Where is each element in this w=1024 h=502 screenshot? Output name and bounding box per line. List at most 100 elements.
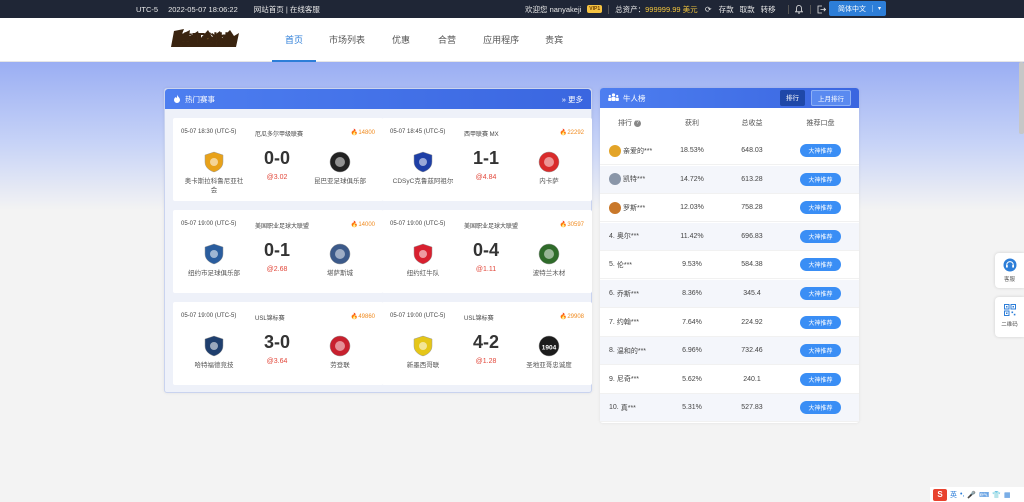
site-logo[interactable]: 南亚科技 (168, 25, 242, 53)
match-time: 05-07 18:30 (UTC-5) (181, 129, 237, 135)
col-total: 总收益 (741, 120, 763, 127)
rank-user: 9. 尼奇*** (600, 374, 662, 384)
user-name: 温和的*** (616, 347, 647, 355)
match-card[interactable]: 05-07 18:30 (UTC-5) 厄瓜多尔甲级联赛 🔥14800 奥卡斯拉… (173, 118, 383, 201)
nav-menu: 首页 市场列表 优惠 合营 应用程序 贵宾 (272, 18, 576, 62)
match-card[interactable]: 05-07 19:00 (UTC-5) 美国职业足球大联盟 🔥30597 纽约红… (382, 210, 592, 293)
recommend-button[interactable]: 大神推荐 (800, 315, 841, 329)
recommend-button[interactable]: 大神推荐 (800, 372, 841, 386)
help-icon[interactable]: ? (634, 119, 641, 127)
home-team-logo-icon (413, 151, 433, 173)
match-score: 3-0 (263, 332, 290, 352)
nav-item-app[interactable]: 应用程序 (470, 18, 532, 62)
leaderboard-row: 罗斯*** 12.03% 758.28 大神推荐 (600, 194, 859, 223)
deposit-link[interactable]: 存款 (719, 4, 734, 15)
ime-english-toggle[interactable]: 英 (950, 490, 957, 500)
recommend-button[interactable]: 大神推荐 (800, 229, 841, 243)
recommend-button[interactable]: 大神推荐 (800, 258, 841, 272)
user-name: 约翰*** (616, 319, 640, 327)
service-float[interactable]: 客服 (995, 253, 1024, 288)
bell-icon[interactable] (794, 4, 804, 14)
match-header: 05-07 19:00 (UTC-5) 美国职业足球大联盟 🔥30597 (382, 221, 592, 231)
leaderboard-row: 6. 乔斯*** 8.36% 345.4 大神推荐 (600, 280, 859, 308)
user-name: 亲爱的*** (623, 147, 653, 155)
home-team-logo-icon (204, 335, 224, 357)
fire-icon (173, 94, 181, 105)
user-total: 584.38 (741, 261, 763, 269)
rank-user: 亲爱的*** (600, 144, 662, 157)
user-total: 732.46 (741, 347, 763, 355)
user-total: 527.83 (741, 404, 763, 412)
qrcode-float[interactable]: 二维码 (995, 297, 1024, 337)
leaderboard-row: 7. 约翰*** 7.64% 224.92 大神推荐 (600, 309, 859, 337)
microphone-icon[interactable]: 🎤 (967, 491, 976, 499)
nav-item-markets[interactable]: 市场列表 (316, 18, 378, 62)
qrcode-icon (1003, 304, 1016, 316)
leaderboard-row: 凯特*** 14.72% 613.28 大神推荐 (600, 165, 859, 194)
recommend-cell: 大神推荐 (782, 315, 859, 329)
leaderboard-row: 4. 奥尔*** 11.42% 696.83 大神推荐 (600, 222, 859, 251)
svg-text:1904: 1904 (542, 345, 557, 352)
recommend-button[interactable]: 大神推荐 (800, 201, 841, 215)
recommend-cell: 大神推荐 (782, 144, 859, 157)
user-total: 758.28 (741, 204, 763, 212)
nav-item-promotions[interactable]: 优惠 (378, 18, 424, 62)
match-count: 🔥30597 (560, 221, 584, 231)
divider (809, 4, 811, 14)
toolbox-icon[interactable]: ▦ (1004, 491, 1011, 499)
recommend-button[interactable]: 大神推荐 (800, 144, 841, 157)
away-team-logo-icon (329, 243, 351, 265)
refresh-icon[interactable]: ⟳ (704, 5, 713, 14)
logout-icon[interactable] (817, 5, 826, 14)
match-card[interactable]: 05-07 18:45 (UTC-5) 西甲联赛 MX 🔥22292 CDSyC… (382, 118, 592, 201)
home-team-logo-icon (204, 151, 224, 173)
nav-item-vip[interactable]: 贵宾 (532, 18, 576, 62)
user-profit: 11.42% (680, 232, 704, 240)
recommend-button[interactable]: 大神推荐 (800, 344, 841, 358)
skin-icon[interactable]: 👕 (992, 491, 1001, 499)
match-card[interactable]: 05-07 19:00 (UTC-5) USL锦标赛 🔥49860 哈特福德竞技… (173, 302, 383, 385)
home-team-name: 奥卡斯拉科鲁尼亚社会 (184, 178, 244, 194)
leaderboard-panel: 牛人榜 排行 上月排行 排行? 获利 总收益 推荐口盘 亲爱的*** 18.53… (600, 88, 859, 423)
ime-logo-icon[interactable]: S (933, 488, 947, 501)
match-score: 1-1 (472, 148, 499, 168)
match-odds[interactable]: @1.11 (456, 266, 516, 273)
match-odds[interactable]: @3.64 (247, 358, 307, 365)
leaderboard-row: 10. 真*** 5.31% 527.83 大神推荐 (600, 394, 859, 423)
scrollbar[interactable] (1019, 62, 1024, 134)
match-card[interactable]: 05-07 19:00 (UTC-5) 美国职业足球大联盟 🔥14000 纽约市… (173, 210, 383, 293)
keyboard-icon[interactable]: ⌨ (979, 491, 989, 499)
match-count-value: 49860 (358, 314, 375, 320)
away-team-logo-icon (538, 151, 560, 173)
top-links[interactable]: 网站首页 | 在线客服 (254, 4, 320, 15)
transfer-link[interactable]: 转移 (761, 4, 776, 15)
home-team-name: 纽约市足球俱乐部 (188, 270, 240, 277)
recommend-button[interactable]: 大神推荐 (800, 401, 841, 415)
match-odds[interactable]: @1.28 (456, 358, 516, 365)
recommend-button[interactable]: 大神推荐 (800, 287, 841, 300)
match-header: 05-07 18:45 (UTC-5) 西甲联赛 MX 🔥22292 (382, 129, 592, 139)
recommend-button[interactable]: 大神推荐 (800, 172, 841, 186)
leaderboard-row: 亲爱的*** 18.53% 648.03 大神推荐 (600, 137, 859, 165)
recommend-cell: 大神推荐 (782, 344, 859, 358)
match-time: 05-07 18:45 (UTC-5) (390, 129, 446, 135)
match-odds[interactable]: @2.68 (247, 266, 307, 273)
rank-position: 10. (609, 404, 619, 412)
ime-toolbar: S 英 •, 🎤 ⌨ 👕 ▦ (930, 487, 1024, 502)
recommend-cell: 大神推荐 (782, 401, 859, 415)
more-link[interactable]: » 更多 (562, 94, 583, 105)
match-odds[interactable]: @3.02 (247, 174, 307, 181)
nav-item-home[interactable]: 首页 (272, 18, 317, 62)
rank-user: 4. 奥尔*** (600, 231, 662, 241)
punctuation-icon[interactable]: •, (960, 491, 964, 498)
away-team-name: 圣地亚哥忠诚度 (526, 362, 572, 369)
tab-rank[interactable]: 排行 (780, 90, 805, 106)
nav-item-affiliate[interactable]: 合营 (424, 18, 470, 62)
tab-last-month[interactable]: 上月排行 (811, 90, 851, 106)
match-odds[interactable]: @4.84 (456, 174, 516, 181)
match-league: USL锦标赛 (255, 316, 285, 322)
rank-user: 凯特*** (600, 173, 662, 186)
match-card[interactable]: 05-07 19:00 (UTC-5) USL锦标赛 🔥29908 1904 新… (382, 302, 592, 385)
language-select[interactable]: 简体中文 ▾ (829, 1, 886, 16)
withdraw-link[interactable]: 取款 (740, 4, 755, 15)
